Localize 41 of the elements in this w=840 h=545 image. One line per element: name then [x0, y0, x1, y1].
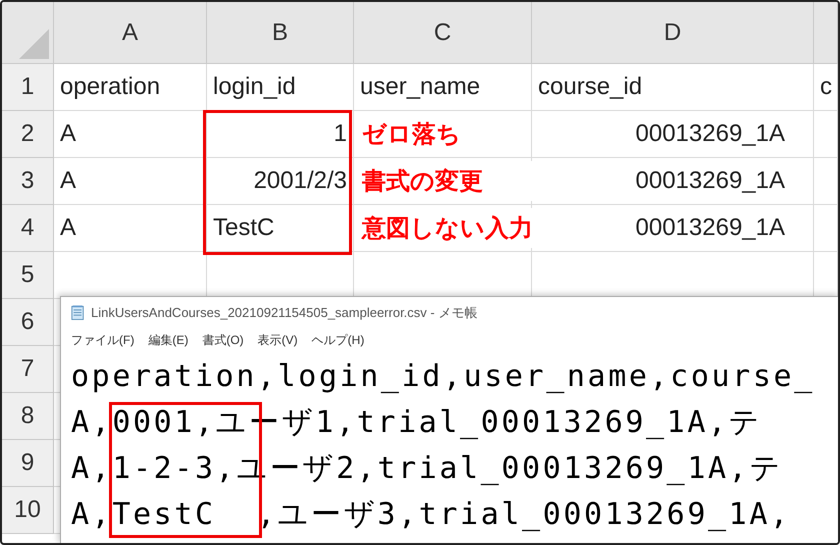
row-header[interactable]: 6	[2, 299, 54, 346]
table-cell: A	[54, 205, 207, 252]
table-cell: course_id	[532, 64, 814, 111]
select-all-button[interactable]	[2, 2, 54, 64]
menu-item[interactable]: 編集(E)	[148, 332, 188, 348]
row-header[interactable]: 7	[2, 346, 54, 393]
notepad-icon	[71, 304, 85, 321]
table-cell: c	[814, 64, 838, 111]
table-cell: operation	[54, 64, 207, 111]
row-header[interactable]: 5	[2, 252, 54, 299]
row-header[interactable]: 1	[2, 64, 54, 111]
table-cell: user_name	[354, 64, 532, 111]
column-header[interactable]: A	[54, 2, 207, 64]
row-header[interactable]: 2	[2, 111, 54, 158]
window-title: LinkUsersAndCourses_20210921154505_sampleerror.csv - メモ帳	[91, 304, 478, 322]
column-header[interactable]: D	[532, 2, 814, 64]
table-cell: A	[54, 111, 207, 158]
row-header[interactable]: 10	[2, 487, 54, 534]
column-header[interactable]	[814, 2, 838, 64]
table-cell: login_id	[207, 64, 354, 111]
table-cell: 00013269_1A	[532, 158, 814, 205]
table-cell: 00013269_1A	[532, 111, 814, 158]
table-cell	[814, 158, 838, 205]
triangle-icon	[19, 29, 49, 59]
menu-item[interactable]: 書式(O)	[202, 332, 244, 348]
row-header[interactable]: 4	[2, 205, 54, 252]
table-cell: 2001/2/3	[207, 158, 354, 205]
menu-item[interactable]: ファイル(F)	[71, 332, 134, 348]
column-header[interactable]: C	[354, 2, 532, 64]
table-cell: A	[54, 158, 207, 205]
row-header[interactable]: 3	[2, 158, 54, 205]
text-line: operation,login_id,user_name,course_	[71, 358, 816, 396]
table-cell: 00013269_1A	[532, 205, 814, 252]
column-header[interactable]: B	[207, 2, 354, 64]
menu-item[interactable]: ヘルプ(H)	[312, 332, 364, 348]
table-cell: 1	[207, 111, 354, 158]
table-cell: TestC	[207, 205, 354, 252]
row-header[interactable]: 9	[2, 440, 54, 487]
row-header[interactable]: 8	[2, 393, 54, 440]
table-cell	[814, 111, 838, 158]
menu-item[interactable]: 表示(V)	[258, 332, 298, 348]
